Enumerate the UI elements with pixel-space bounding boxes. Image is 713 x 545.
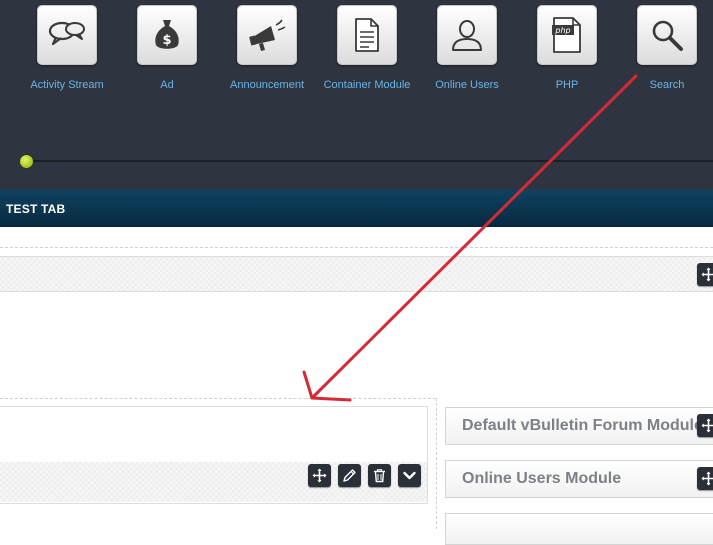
move-button[interactable] <box>697 467 713 490</box>
user-icon <box>452 20 482 51</box>
toolbar-item-label: Announcement <box>230 79 304 91</box>
toolbar-item-label: Online Users <box>435 79 499 91</box>
module-title: Online Users Module <box>462 470 622 487</box>
delete-button[interactable] <box>368 464 391 487</box>
money-symbol: $ <box>162 33 171 48</box>
move-button[interactable] <box>697 263 713 286</box>
side-module-online-users[interactable]: Online Users Module <box>445 460 713 498</box>
module-toolbar: Activity Stream $ Ad Announcement Contai… <box>0 0 713 190</box>
pencil-icon <box>343 469 356 482</box>
magnifier-icon <box>652 20 683 51</box>
module-title: Default vBulletin Forum Module <box>462 417 703 434</box>
move-button[interactable] <box>697 414 713 437</box>
speech-bubbles-icon <box>48 21 85 46</box>
ad-tile[interactable]: $ <box>137 5 197 65</box>
toolbar-scroll-handle[interactable] <box>20 155 33 168</box>
toolbar-item-online-users[interactable]: Online Users <box>417 5 517 91</box>
online-users-tile[interactable] <box>437 5 497 65</box>
tab-bar: TEST TAB <box>0 190 713 227</box>
toolbar-item-php[interactable]: php PHP <box>517 5 617 91</box>
search-tile[interactable] <box>637 5 697 65</box>
edit-button[interactable] <box>338 464 361 487</box>
php-file-icon: php <box>552 17 581 53</box>
php-tile[interactable]: php <box>537 5 597 65</box>
toolbar-item-announcement[interactable]: Announcement <box>217 5 317 91</box>
toolbar-item-activity-stream[interactable]: Activity Stream <box>17 5 117 91</box>
tab-test-tab[interactable]: TEST TAB <box>6 202 65 216</box>
move-icon <box>701 471 713 486</box>
trash-icon <box>374 469 385 483</box>
chevron-down-icon <box>403 471 416 480</box>
toolbar-item-label: Activity Stream <box>30 79 104 91</box>
divider <box>0 247 713 248</box>
toolbar-item-search[interactable]: Search <box>617 5 713 91</box>
toolbar-item-label: Ad <box>160 79 174 91</box>
container-module-tile[interactable] <box>337 5 397 65</box>
move-icon <box>312 468 327 483</box>
move-button[interactable] <box>308 464 331 487</box>
column-divider <box>436 398 437 529</box>
megaphone-icon <box>249 19 286 51</box>
money-bag-icon: $ <box>155 20 179 49</box>
module-panel <box>0 406 428 504</box>
module-drop-row <box>0 256 713 292</box>
toolbar-item-label: Search <box>649 79 685 91</box>
php-badge: php <box>554 26 570 35</box>
side-module-forum[interactable]: Default vBulletin Forum Module <box>445 407 713 445</box>
collapse-button[interactable] <box>398 464 421 487</box>
side-module-partial[interactable] <box>445 513 713 545</box>
module-panel-footer <box>0 462 427 502</box>
toolbar-item-ad[interactable]: $ Ad <box>117 5 217 91</box>
activity-stream-tile[interactable] <box>37 5 97 65</box>
move-icon <box>701 418 713 433</box>
document-icon <box>355 18 379 52</box>
divider <box>0 398 436 399</box>
announcement-tile[interactable] <box>237 5 297 65</box>
toolbar-item-container-module[interactable]: Container Module <box>317 5 417 91</box>
toolbar-item-label: Container Module <box>323 79 411 91</box>
toolbar-item-label: PHP <box>555 79 579 91</box>
move-icon <box>701 267 713 282</box>
toolbar-scroll-track[interactable] <box>27 160 713 162</box>
